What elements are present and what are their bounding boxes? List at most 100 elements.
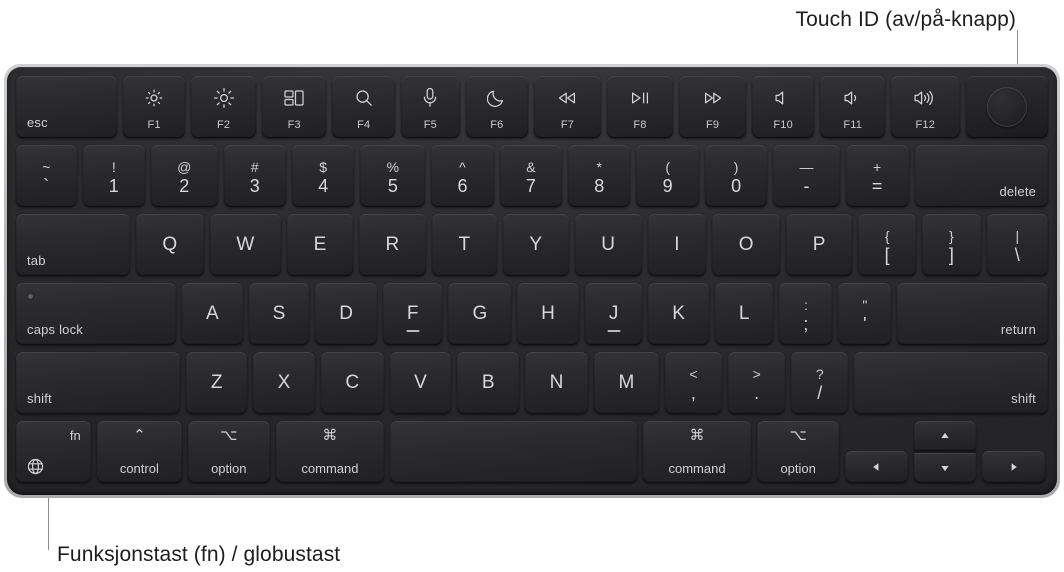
- key-0[interactable]: ) 0: [704, 145, 768, 207]
- home-row-bump-indicator-f: [406, 330, 420, 332]
- key-p[interactable]: P: [786, 214, 853, 276]
- key-4[interactable]: $ 4: [292, 145, 355, 207]
- key-lessthan-upper: <: [689, 365, 698, 382]
- option-alt-icon: ⌥: [220, 427, 238, 444]
- key-slash-question[interactable]: ? /: [791, 352, 849, 414]
- key-l[interactable]: L: [714, 283, 774, 345]
- key-right-option-label: option: [780, 461, 816, 476]
- number-key-row: ~ ` ! 1 @ 2 # 3 $ 4 % 5 ^ 6 & 7 * 8 (9 …: [16, 145, 1049, 207]
- key-left-bracket-lower: [: [884, 244, 890, 265]
- arrow-left-icon: [869, 461, 883, 473]
- key-v[interactable]: V: [389, 352, 452, 414]
- key-semicolon-colon[interactable]: : ;: [779, 283, 833, 345]
- key-arrow-left[interactable]: [844, 451, 908, 483]
- key-f2-label: F2: [217, 119, 231, 131]
- key-z[interactable]: Z: [186, 352, 248, 414]
- key-right-bracket[interactable]: } ]: [922, 214, 981, 276]
- key-j[interactable]: J: [584, 283, 643, 345]
- key-f5-dictation[interactable]: F5: [401, 76, 460, 138]
- key-equals-plus[interactable]: + =: [845, 145, 909, 207]
- key-0-upper: ): [733, 158, 739, 175]
- key-left-command[interactable]: ⌘ command: [275, 421, 385, 483]
- key-return[interactable]: return: [897, 283, 1049, 345]
- key-arrow-right[interactable]: [982, 451, 1045, 483]
- key-y[interactable]: Y: [502, 214, 569, 276]
- keyboard-deck: esc F1 F2 F3 F4 F5 F6 F7 F8 F9 F10 F11 F…: [7, 67, 1057, 495]
- key-5[interactable]: % 5: [360, 145, 426, 207]
- key-8[interactable]: * 8: [568, 145, 631, 207]
- caps-lock-led-icon: [28, 294, 33, 299]
- key-2[interactable]: @ 2: [150, 145, 218, 207]
- key-arrow-up[interactable]: [913, 421, 977, 451]
- key-f4-spotlight-search[interactable]: F4: [332, 76, 396, 138]
- key-q[interactable]: Q: [135, 214, 204, 276]
- key-delete[interactable]: delete: [914, 145, 1049, 207]
- key-a[interactable]: A: [182, 283, 243, 345]
- key-period-greaterthan[interactable]: > .: [728, 352, 786, 414]
- key-control[interactable]: ⌃ control: [96, 421, 182, 483]
- key-i[interactable]: I: [647, 214, 707, 276]
- key-g[interactable]: G: [448, 283, 512, 345]
- key-f12-volume-up[interactable]: F12: [890, 76, 960, 138]
- key-left-option-label: option: [211, 461, 247, 476]
- key-5-lower: 5: [387, 175, 398, 196]
- key-x[interactable]: X: [253, 352, 315, 414]
- key-t[interactable]: T: [431, 214, 497, 276]
- key-1[interactable]: ! 1: [82, 145, 145, 207]
- key-right-option[interactable]: ⌥ option: [757, 421, 839, 483]
- key-e[interactable]: E: [286, 214, 353, 276]
- key-f1-label: F1: [147, 119, 161, 131]
- function-key-row: esc F1 F2 F3 F4 F5 F6 F7 F8 F9 F10 F11 F…: [16, 76, 1049, 138]
- key-f7-rewind[interactable]: F7: [534, 76, 601, 138]
- key-tab[interactable]: tab: [16, 214, 130, 276]
- key-spacebar[interactable]: [390, 421, 637, 483]
- key-u[interactable]: U: [574, 214, 642, 276]
- key-h[interactable]: H: [517, 283, 579, 345]
- key-8-upper: *: [596, 158, 602, 175]
- key-hyphen-underscore[interactable]: — -: [773, 145, 840, 207]
- key-k[interactable]: K: [648, 283, 709, 345]
- key-9-lower: 9: [662, 175, 673, 196]
- key-3[interactable]: # 3: [223, 145, 286, 207]
- key-touch-id-power-button[interactable]: [965, 76, 1049, 138]
- key-left-shift[interactable]: shift: [16, 352, 181, 414]
- key-f10-mute[interactable]: F10: [751, 76, 815, 138]
- key-semicolon-lower: ;: [803, 313, 809, 334]
- key-f2-brightness-up[interactable]: F2: [191, 76, 256, 138]
- key-c[interactable]: C: [320, 352, 384, 414]
- key-8-lower: 8: [594, 175, 605, 196]
- home-key-row: caps lock A S D F G H J K L : ; " ' retu…: [16, 283, 1049, 345]
- key-fn-globe[interactable]: fn: [16, 421, 91, 483]
- key-right-command[interactable]: ⌘ command: [642, 421, 752, 483]
- key-f[interactable]: F: [382, 283, 443, 345]
- key-left-bracket[interactable]: { [: [858, 214, 917, 276]
- key-7[interactable]: & 7: [499, 145, 563, 207]
- key-f1-brightness-down[interactable]: F1: [122, 76, 186, 138]
- key-s[interactable]: S: [248, 283, 310, 345]
- key-r[interactable]: R: [358, 214, 426, 276]
- key-arrow-down[interactable]: [913, 453, 977, 483]
- key-f3-mission-control[interactable]: F3: [261, 76, 327, 138]
- key-6[interactable]: ^ 6: [431, 145, 494, 207]
- key-f11-volume-down[interactable]: F11: [820, 76, 885, 138]
- key-left-option[interactable]: ⌥ option: [187, 421, 270, 483]
- key-b[interactable]: B: [457, 352, 520, 414]
- key-backtick-tilde[interactable]: ~ `: [16, 145, 77, 207]
- key-right-shift[interactable]: shift: [854, 352, 1048, 414]
- key-j-label: J: [608, 303, 619, 324]
- key-w[interactable]: W: [209, 214, 281, 276]
- key-9[interactable]: ( 9: [636, 145, 699, 207]
- key-f6-do-not-disturb[interactable]: F6: [465, 76, 529, 138]
- arrow-right-icon: [1007, 461, 1021, 473]
- key-quote-doublequote[interactable]: " ': [838, 283, 892, 345]
- key-f9-fast-forward[interactable]: F9: [679, 76, 746, 138]
- key-m[interactable]: M: [593, 352, 659, 414]
- key-d[interactable]: D: [315, 283, 377, 345]
- key-o[interactable]: O: [712, 214, 781, 276]
- key-backslash-pipe[interactable]: | \: [986, 214, 1048, 276]
- key-f8-play-pause[interactable]: F8: [606, 76, 674, 138]
- key-comma-lessthan[interactable]: < ,: [664, 352, 723, 414]
- key-caps-lock[interactable]: caps lock: [16, 283, 176, 345]
- key-n[interactable]: N: [525, 352, 588, 414]
- key-escape[interactable]: esc: [16, 76, 117, 138]
